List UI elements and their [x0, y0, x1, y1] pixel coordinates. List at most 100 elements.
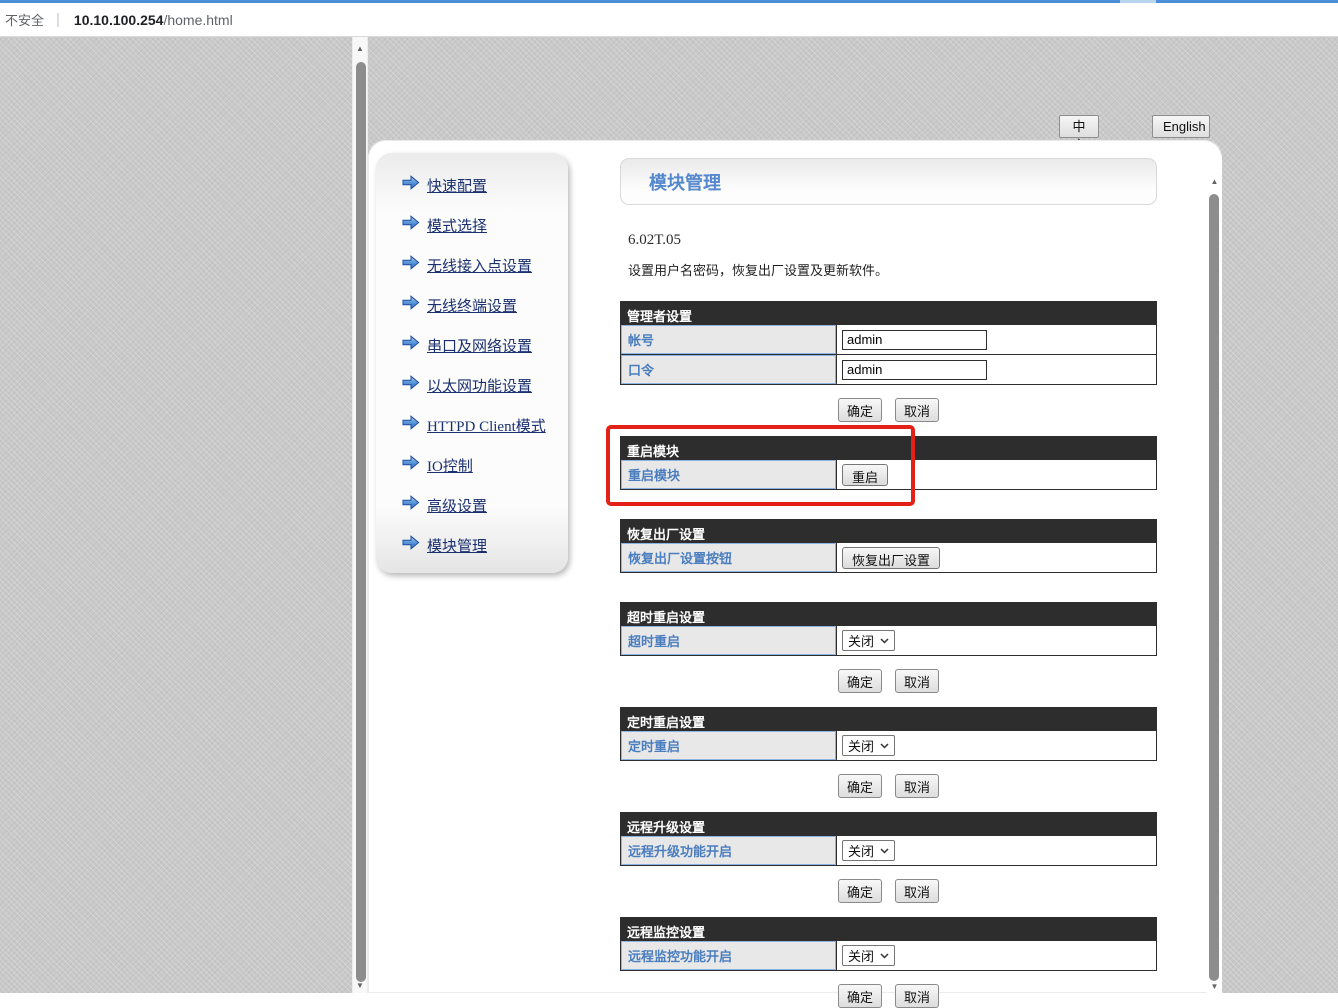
sidebar-item-label[interactable]: 快速配置	[427, 175, 487, 196]
arrow-icon	[402, 295, 427, 315]
table-row: 重启模块重启	[621, 459, 1156, 489]
sidebar-item-label[interactable]: IO控制	[427, 455, 473, 476]
settings-section: 远程升级设置远程升级功能开启关闭	[620, 812, 1157, 866]
sidebar-item-label[interactable]: 高级设置	[427, 495, 487, 516]
arrow-icon	[402, 415, 427, 435]
ok-button[interactable]: 确定	[838, 879, 882, 903]
dropdown-select[interactable]: 关闭	[842, 735, 895, 756]
browser-address-bar[interactable]: 不安全 | 10.10.100.254/home.html	[0, 3, 1338, 37]
ok-button[interactable]: 确定	[838, 398, 882, 422]
dropdown-value: 关闭	[848, 946, 874, 965]
scroll-down-arrow-icon[interactable]: ▼	[1207, 983, 1222, 991]
main-content: 模块管理 6.02T.05 设置用户名密码，恢复出厂设置及更新软件。 管理者设置…	[620, 140, 1157, 1008]
ok-button[interactable]: 确定	[838, 774, 882, 798]
content-scrollbar[interactable]: ▲ ▼	[1207, 156, 1222, 993]
settings-table: 重启模块重启模块重启	[620, 436, 1157, 490]
sidebar-item[interactable]: 以太网功能设置	[376, 365, 568, 405]
dropdown-value: 关闭	[848, 841, 874, 860]
row-label: 口令	[621, 355, 837, 384]
settings-section: 定时重启设置定时重启关闭	[620, 707, 1157, 761]
sidebar-item-label[interactable]: 模块管理	[427, 535, 487, 556]
sidebar-item-label[interactable]: 无线终端设置	[427, 295, 517, 316]
settings-section: 恢复出厂设置恢复出厂设置按钮恢复出厂设置	[620, 519, 1157, 573]
section-header: 远程升级设置	[621, 813, 1156, 835]
table-row: 超时重启关闭	[621, 625, 1156, 655]
row-label: 恢复出厂设置按钮	[621, 543, 837, 572]
row-label: 超时重启	[621, 626, 837, 655]
cancel-button[interactable]: 取消	[895, 774, 939, 798]
scroll-down-arrow-icon[interactable]: ▼	[353, 982, 367, 990]
settings-section: 远程监控设置远程监控功能开启关闭	[620, 917, 1157, 971]
section-actions: 确定取消	[620, 669, 1157, 693]
sidebar-item[interactable]: 高级设置	[376, 485, 568, 525]
dropdown-select[interactable]: 关闭	[842, 945, 895, 966]
sidebar-item[interactable]: 模式选择	[376, 205, 568, 245]
lang-button-chinese[interactable]: 中文	[1059, 115, 1099, 138]
dropdown-select[interactable]: 关闭	[842, 630, 895, 651]
left-frame-scrollbar[interactable]: ▲ ▼	[352, 37, 368, 993]
arrow-icon	[402, 215, 427, 235]
table-row: 口令	[621, 354, 1156, 384]
row-value-cell: 恢复出厂设置	[837, 543, 1156, 572]
dropdown-value: 关闭	[848, 736, 874, 755]
row-label: 远程监控功能开启	[621, 941, 837, 970]
row-label: 定时重启	[621, 731, 837, 760]
arrow-icon	[402, 375, 427, 395]
section-actions: 确定取消	[620, 774, 1157, 798]
row-label: 重启模块	[621, 460, 837, 489]
settings-table: 远程监控设置远程监控功能开启关闭	[620, 917, 1157, 971]
settings-section: 超时重启设置超时重启关闭	[620, 602, 1157, 656]
settings-section: 重启模块重启模块重启	[620, 436, 1157, 490]
address-bar-divider: |	[56, 11, 60, 28]
scroll-up-arrow-icon[interactable]: ▲	[1207, 178, 1222, 186]
ok-button[interactable]: 确定	[838, 669, 882, 693]
section-actions: 确定取消	[620, 879, 1157, 903]
cancel-button[interactable]: 取消	[895, 669, 939, 693]
ok-button[interactable]: 确定	[838, 984, 882, 1008]
chevron-down-icon	[880, 638, 889, 644]
row-value-cell: 关闭	[837, 836, 1156, 865]
section-header: 管理者设置	[621, 302, 1156, 324]
sidebar-item[interactable]: HTTPD Client模式	[376, 405, 568, 445]
cancel-button[interactable]: 取消	[895, 398, 939, 422]
lang-button-english[interactable]: English	[1152, 115, 1210, 138]
sidebar-item[interactable]: IO控制	[376, 445, 568, 485]
text-input[interactable]	[842, 360, 987, 380]
sidebar-item[interactable]: 无线终端设置	[376, 285, 568, 325]
sidebar-item-label[interactable]: 无线接入点设置	[427, 255, 532, 276]
section-header: 恢复出厂设置	[621, 520, 1156, 542]
action-button[interactable]: 恢复出厂设置	[842, 547, 940, 569]
section-actions: 确定取消	[620, 398, 1157, 422]
chevron-down-icon	[880, 848, 889, 854]
settings-table: 超时重启设置超时重启关闭	[620, 602, 1157, 656]
chevron-down-icon	[880, 743, 889, 749]
content-scrollbar-thumb[interactable]	[1209, 194, 1219, 981]
cancel-button[interactable]: 取消	[895, 984, 939, 1008]
row-value-cell	[837, 325, 1156, 354]
sidebar-item-label[interactable]: 以太网功能设置	[427, 375, 532, 396]
left-scrollbar-thumb[interactable]	[356, 62, 366, 982]
sidebar-item-label[interactable]: 串口及网络设置	[427, 335, 532, 356]
table-row: 远程升级功能开启关闭	[621, 835, 1156, 865]
sidebar-item[interactable]: 无线接入点设置	[376, 245, 568, 285]
sidebar-item-label[interactable]: HTTPD Client模式	[427, 415, 546, 436]
url-host: 10.10.100.254	[74, 12, 164, 28]
row-label: 远程升级功能开启	[621, 836, 837, 865]
sidebar-item-label[interactable]: 模式选择	[427, 215, 487, 236]
chevron-down-icon	[880, 953, 889, 959]
sidebar-item[interactable]: 串口及网络设置	[376, 325, 568, 365]
settings-table: 远程升级设置远程升级功能开启关闭	[620, 812, 1157, 866]
page-title-box: 模块管理	[620, 158, 1157, 205]
sidebar-item[interactable]: 快速配置	[376, 165, 568, 205]
row-value-cell: 重启	[837, 460, 1156, 489]
url-text[interactable]: 10.10.100.254/home.html	[74, 12, 233, 28]
settings-table: 定时重启设置定时重启关闭	[620, 707, 1157, 761]
sidebar-item[interactable]: 模块管理	[376, 525, 568, 565]
scroll-up-arrow-icon[interactable]: ▲	[353, 45, 367, 53]
dropdown-select[interactable]: 关闭	[842, 840, 895, 861]
sidebar-menu: 快速配置模式选择无线接入点设置无线终端设置串口及网络设置以太网功能设置 HTTPD…	[376, 153, 568, 573]
text-input[interactable]	[842, 330, 987, 350]
section-actions: 确定取消	[620, 984, 1157, 1008]
action-button[interactable]: 重启	[842, 464, 888, 486]
cancel-button[interactable]: 取消	[895, 879, 939, 903]
